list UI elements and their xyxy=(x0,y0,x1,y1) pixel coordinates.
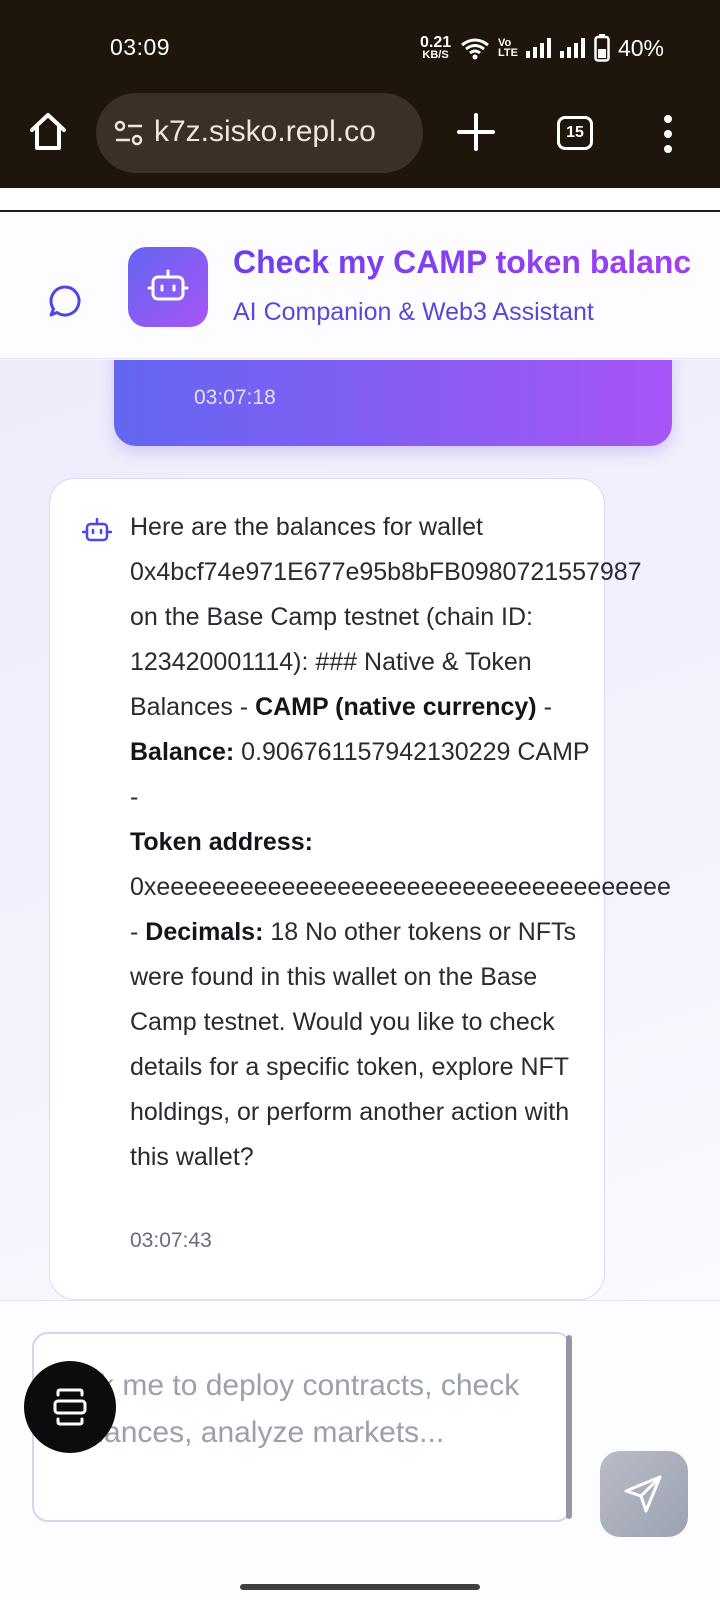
assistant-message-text: Here are the balances for wallet 0x4bcf74… xyxy=(130,505,671,1180)
bot-icon xyxy=(147,269,189,301)
signal-icon xyxy=(559,38,585,58)
assistant-message-bubble: Here are the balances for wallet 0x4bcf74… xyxy=(49,478,671,1300)
assistant-avatar xyxy=(128,247,208,327)
message-intro: Here are the balances for wallet xyxy=(130,513,483,541)
decimals-value: 18 No other tokens or NFTs were found in… xyxy=(130,918,577,1171)
token-address-label: Token address: xyxy=(130,828,313,856)
battery-icon xyxy=(594,34,610,62)
site-settings-icon[interactable] xyxy=(114,120,144,146)
home-icon[interactable] xyxy=(28,110,68,152)
balance-label: Balance: xyxy=(130,738,235,766)
tab-switcher-button[interactable]: 15 xyxy=(557,116,593,150)
message-timestamp: 03:07:18 xyxy=(194,386,276,409)
signal-icon xyxy=(525,38,551,58)
new-tab-icon[interactable] xyxy=(456,112,496,152)
input-scrollbar[interactable] xyxy=(566,1335,572,1519)
send-button[interactable] xyxy=(600,1451,688,1537)
scan-icon xyxy=(53,1388,87,1426)
network-speed-value: 0.21 xyxy=(420,34,452,51)
battery-percent: 40% xyxy=(617,34,665,61)
status-bar: 03:09 0.21 KB/S Vo LTE 40% xyxy=(0,0,720,90)
app-header xyxy=(0,212,720,359)
wallet-address: 0x4bcf74e971E677e95b8bFB0980721557987 xyxy=(130,558,642,586)
status-time: 03:09 xyxy=(110,34,171,60)
chat-bubble-icon[interactable] xyxy=(48,284,82,318)
chat-messages[interactable]: 03:07:18 Here are the balances for walle… xyxy=(0,360,720,1300)
more-menu-icon[interactable] xyxy=(660,114,676,154)
separator: - xyxy=(536,693,552,721)
home-indicator[interactable] xyxy=(240,1584,480,1590)
network-speed-unit: KB/S xyxy=(422,49,449,61)
page-title: Check my CAMP token balanc xyxy=(233,244,692,280)
page-subtitle: AI Companion & Web3 Assistant xyxy=(233,298,594,326)
send-icon xyxy=(624,1475,662,1513)
volte-indicator: Vo LTE xyxy=(498,38,518,59)
separator: - xyxy=(130,918,146,946)
bot-icon xyxy=(82,517,112,542)
message-timestamp: 03:07:43 xyxy=(130,1229,212,1252)
network-speed: 0.21 KB/S xyxy=(420,34,452,61)
page-top-gap xyxy=(0,188,720,211)
volte-bottom: LTE xyxy=(498,47,518,59)
token-address-value: 0xeeeeeeeeeeeeeeeeeeeeeeeeeeeeeeeeeeeee xyxy=(130,873,671,901)
user-message-bubble: 03:07:18 xyxy=(114,360,672,446)
wifi-icon xyxy=(461,38,489,60)
decimals-label: Decimals: xyxy=(145,918,264,946)
address-bar[interactable]: k7z.sisko.repl.co xyxy=(96,93,423,173)
floating-action-button[interactable] xyxy=(24,1361,116,1453)
camp-label: CAMP (native currency) xyxy=(255,693,537,721)
bottom-area xyxy=(0,1552,720,1600)
url-text: k7z.sisko.repl.co xyxy=(154,115,376,148)
status-icons: Vo LTE 40% xyxy=(460,34,664,62)
